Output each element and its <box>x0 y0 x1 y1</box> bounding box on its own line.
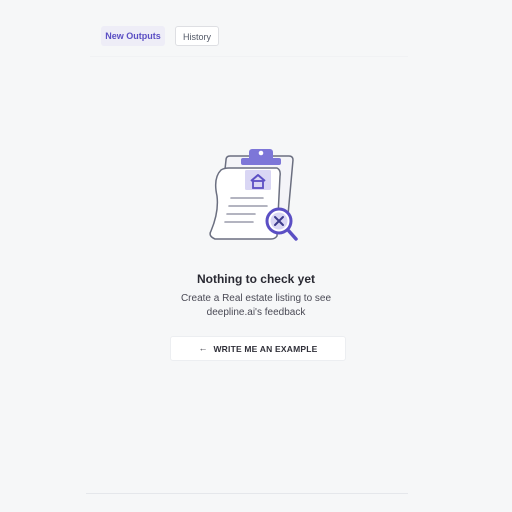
empty-state-description-line-2: deepline.ai's feedback <box>206 307 306 318</box>
arrow-left-icon: ← <box>198 343 208 353</box>
tab-new-outputs[interactable]: New Outputs <box>101 26 165 46</box>
empty-state-title: Nothing to check yet <box>196 272 315 286</box>
clipboard-document-search-icon <box>205 146 305 246</box>
tabs-divider <box>90 56 408 57</box>
footer-divider <box>86 493 408 494</box>
empty-state-description: Create a Real estate listing to see deep… <box>106 292 406 320</box>
tab-history[interactable]: History <box>175 26 219 46</box>
empty-state-description-line-1: Create a Real estate listing to see <box>180 293 332 304</box>
write-example-label: WRITE ME AN EXAMPLE <box>213 343 318 354</box>
write-example-button[interactable]: ← WRITE ME AN EXAMPLE <box>170 336 346 361</box>
